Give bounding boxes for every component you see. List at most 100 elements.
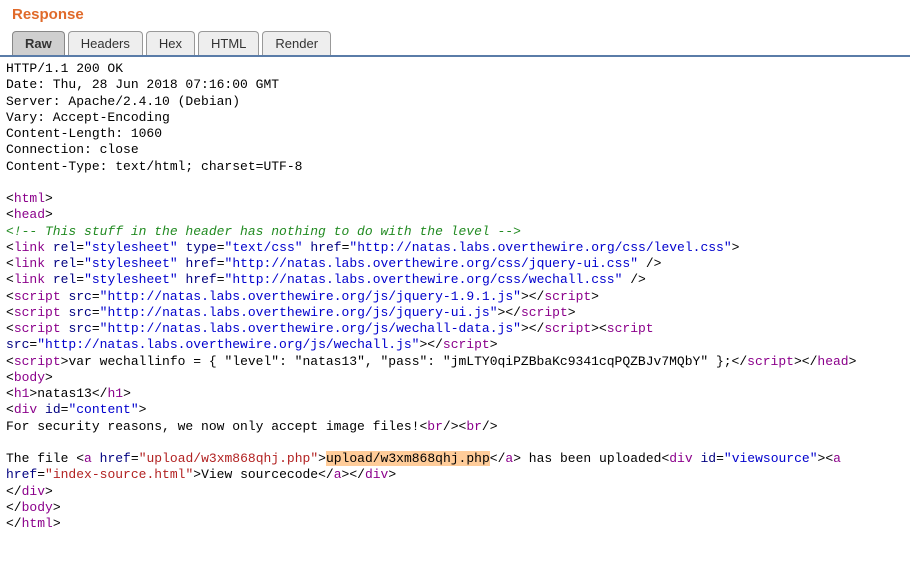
val-stylesheet: "stylesheet": [84, 240, 178, 255]
gt: >: [53, 500, 61, 515]
closelt: </: [529, 289, 545, 304]
attr-src: src: [68, 305, 91, 320]
val-js-jqueryui: "http://natas.labs.overthewire.org/js/jq…: [100, 305, 498, 320]
attr-rel: rel: [53, 272, 76, 287]
tag-script: script: [14, 354, 61, 369]
closelt: </: [6, 500, 22, 515]
eq: =: [92, 305, 100, 320]
val-js-wechall: "http://natas.labs.overthewire.org/js/we…: [37, 337, 419, 352]
attr-href: href: [186, 272, 217, 287]
selfclose: />: [630, 272, 646, 287]
tag-html: html: [14, 191, 45, 206]
http-date: Date: Thu, 28 Jun 2018 07:16:00 GMT: [6, 77, 279, 92]
tag-div: div: [365, 467, 388, 482]
tab-headers[interactable]: Headers: [68, 31, 143, 55]
val-css-wechall: "http://natas.labs.overthewire.org/css/w…: [225, 272, 623, 287]
val-viewsource: "viewsource": [724, 451, 818, 466]
view-source-text: View sourcecode: [201, 467, 318, 482]
attr-rel: rel: [53, 240, 76, 255]
thefile-pre: The file: [6, 451, 76, 466]
gt: >: [568, 305, 576, 320]
lt: <: [6, 207, 14, 222]
gt: >: [513, 451, 521, 466]
lt: <: [599, 321, 607, 336]
gt: >: [490, 337, 498, 352]
attr-src: src: [6, 337, 29, 352]
lt: <: [6, 354, 14, 369]
attr-type: type: [186, 240, 217, 255]
gt: >: [45, 370, 53, 385]
gt: >: [318, 451, 326, 466]
tag-script: script: [443, 337, 490, 352]
tag-body: body: [14, 370, 45, 385]
tag-script: script: [747, 354, 794, 369]
eq: =: [217, 272, 225, 287]
sp: [37, 402, 45, 417]
tab-hex[interactable]: Hex: [146, 31, 195, 55]
tag-head: head: [14, 207, 45, 222]
eq: =: [716, 451, 724, 466]
tag-html: html: [22, 516, 53, 531]
tag-link: link: [14, 272, 45, 287]
eq: =: [131, 451, 139, 466]
eq: =: [92, 321, 100, 336]
lt: <: [6, 402, 14, 417]
val-js-jquery: "http://natas.labs.overthewire.org/js/jq…: [100, 289, 521, 304]
tag-a: a: [833, 451, 841, 466]
lt: <: [6, 370, 14, 385]
eq: =: [76, 256, 84, 271]
upload-link-text[interactable]: upload/w3xm868qhj.php: [326, 451, 490, 466]
tab-html[interactable]: HTML: [198, 31, 259, 55]
closelt: </: [318, 467, 334, 482]
gt: >: [45, 207, 53, 222]
tab-raw[interactable]: Raw: [12, 31, 65, 55]
val-css-jqueryui: "http://natas.labs.overthewire.org/css/j…: [225, 256, 638, 271]
closelt: </: [802, 354, 818, 369]
raw-content[interactable]: HTTP/1.1 200 OK Date: Thu, 28 Jun 2018 0…: [0, 57, 910, 536]
gt: >: [139, 402, 147, 417]
attr-href: href: [310, 240, 341, 255]
tag-div: div: [669, 451, 692, 466]
gt: >: [521, 289, 529, 304]
tag-h1: h1: [14, 386, 30, 401]
gt: >: [591, 321, 599, 336]
tag-script: script: [14, 305, 61, 320]
gt: >: [123, 386, 131, 401]
gt: >: [388, 467, 396, 482]
closelt: </: [92, 386, 108, 401]
tab-render[interactable]: Render: [262, 31, 331, 55]
selfclose: />: [443, 419, 459, 434]
attr-rel: rel: [53, 256, 76, 271]
sp: [45, 272, 53, 287]
gt: >: [591, 289, 599, 304]
tab-bar: Raw Headers Hex HTML Render: [0, 31, 910, 57]
gt: >: [849, 354, 857, 369]
tag-br: br: [466, 419, 482, 434]
closelt: </: [490, 451, 506, 466]
eq: =: [76, 272, 84, 287]
tag-link: link: [14, 240, 45, 255]
val-content: "content": [68, 402, 138, 417]
uploaded-post: has been uploaded: [521, 451, 661, 466]
lt: <: [6, 272, 14, 287]
tag-script: script: [607, 321, 654, 336]
sp: [45, 240, 53, 255]
http-content-length: Content-Length: 1060: [6, 126, 162, 141]
tag-script: script: [544, 289, 591, 304]
tag-script: script: [544, 321, 591, 336]
eq: =: [37, 467, 45, 482]
closelt: </: [6, 484, 22, 499]
lt: <: [6, 256, 14, 271]
lt: <: [76, 451, 84, 466]
tag-h1: h1: [107, 386, 123, 401]
eq: =: [217, 240, 225, 255]
tag-script: script: [14, 321, 61, 336]
closelt: </: [427, 337, 443, 352]
attr-href: href: [186, 256, 217, 271]
lt: <: [6, 321, 14, 336]
lt: <: [6, 305, 14, 320]
val-stylesheet: "stylesheet": [84, 256, 178, 271]
gt: >: [521, 321, 529, 336]
selfclose: />: [482, 419, 498, 434]
lt: <: [825, 451, 833, 466]
